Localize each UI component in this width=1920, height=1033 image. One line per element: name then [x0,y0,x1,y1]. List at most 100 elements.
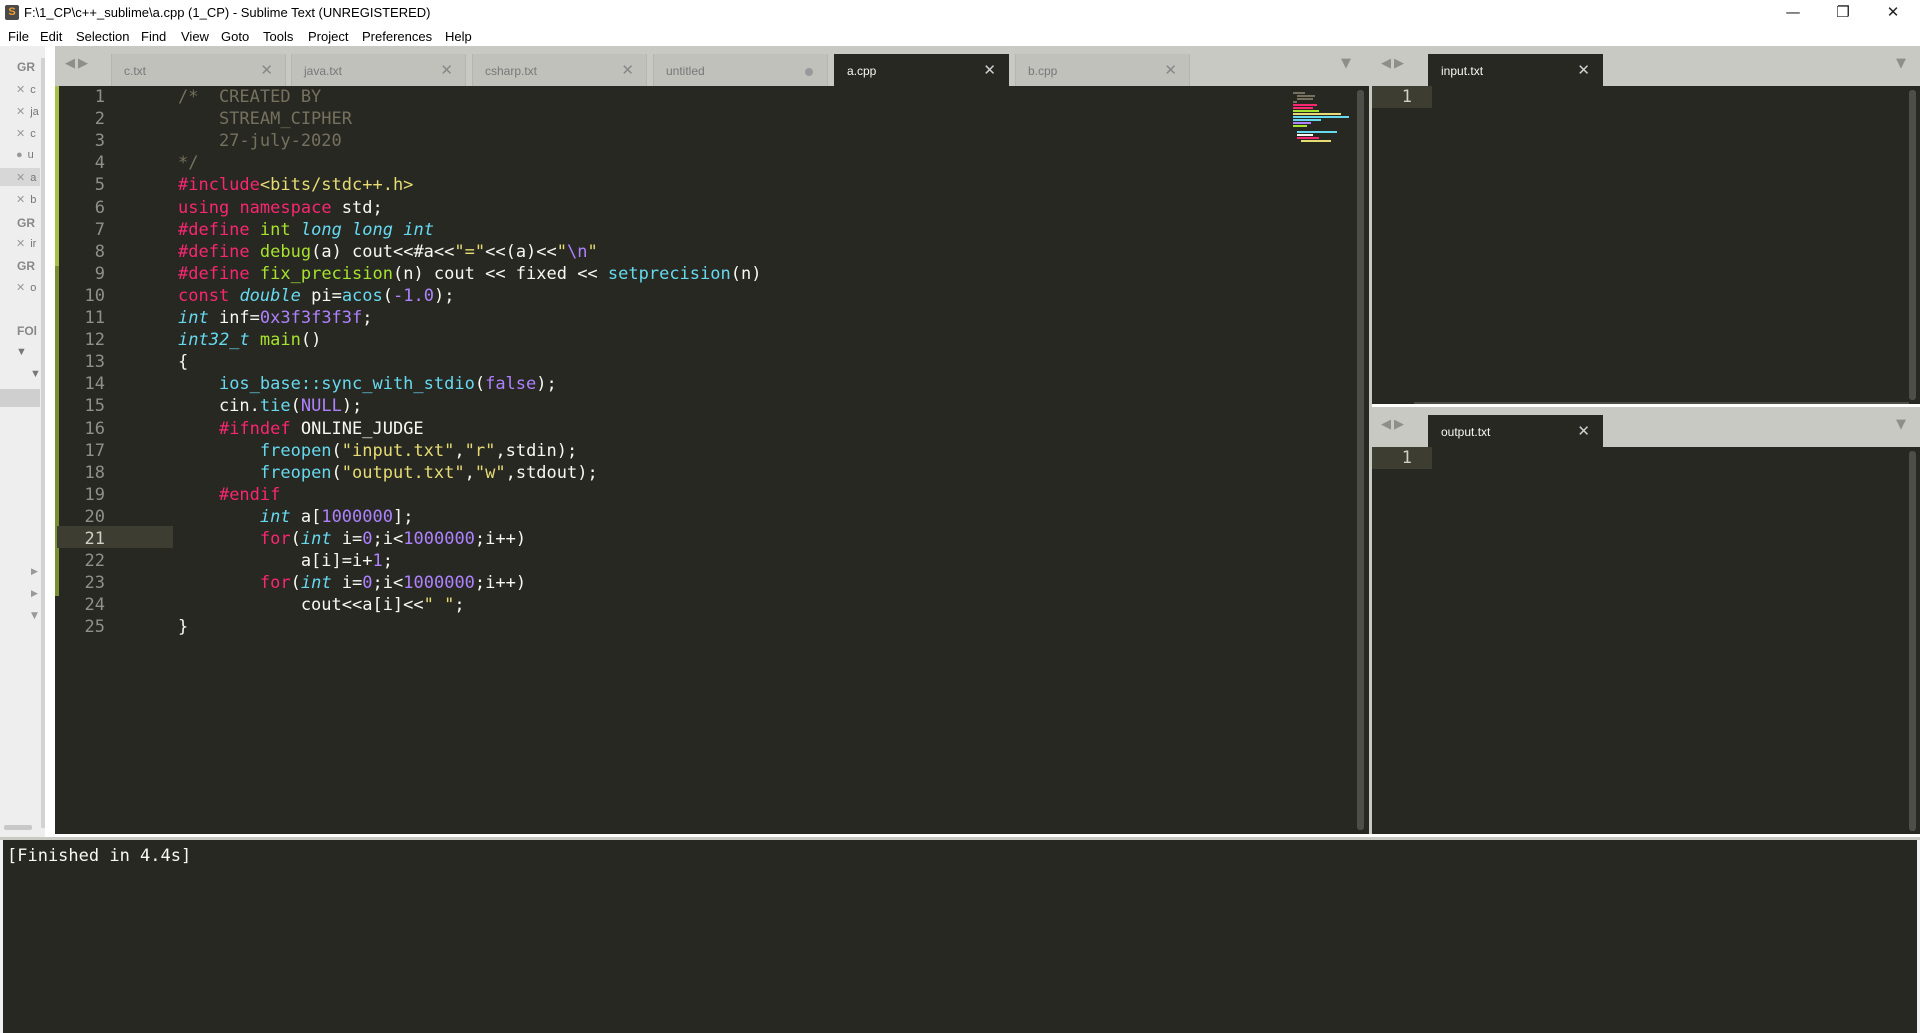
minimize-button[interactable]: — [1770,0,1816,26]
tab-prev-icon[interactable]: ◀ [1381,56,1394,71]
code-token: pi= [300,285,342,306]
tab-c-txt[interactable]: c.txt ✕ [111,54,286,86]
code-line[interactable]: int inf=0x3f3f3f3f; [178,307,373,329]
tab-dropdown-icon[interactable]: ▼ [1896,417,1906,432]
close-icon[interactable]: ✕ [1164,61,1177,79]
menu-tools[interactable]: Tools [263,29,293,44]
tab-next-icon[interactable]: ▶ [78,56,91,71]
code-line[interactable]: */ [178,152,198,174]
code-line[interactable]: int a[1000000]; [178,506,414,528]
code-line[interactable]: cout<<a[i]<<" "; [178,594,465,616]
line-number: 12 [84,330,105,351]
tab-input-txt[interactable]: input.txt ✕ [1428,54,1603,86]
sidebar-open-file[interactable]: ● u [16,149,34,161]
sidebar-horizontal-scrollbar[interactable] [4,825,32,830]
code-line[interactable]: } [178,616,188,638]
tab-dropdown-icon[interactable]: ▼ [1896,56,1906,71]
tab-prev-icon[interactable]: ◀ [1381,417,1394,432]
close-icon[interactable]: ✕ [1577,61,1590,79]
tab-b-cpp[interactable]: b.cpp ✕ [1015,54,1190,86]
code-line[interactable]: cin.tie(NULL); [178,395,362,417]
code-line[interactable]: #include<bits/stdc++.h> [178,174,413,196]
folder-collapsed-icon[interactable]: ▶ [31,589,38,599]
code-line[interactable]: #ifndef ONLINE_JUDGE [178,418,424,440]
close-icon[interactable]: ✕ [16,194,25,206]
code-line[interactable]: { [178,351,188,373]
minimap[interactable] [1293,92,1353,142]
sidebar-open-file[interactable]: ✕ ir [16,237,36,250]
menu-find[interactable]: Find [141,29,166,44]
close-window-button[interactable]: ✕ [1870,0,1916,26]
dirty-dot-icon[interactable]: ● [16,149,23,161]
sidebar-open-file[interactable]: ✕ c [16,127,36,140]
build-output-panel[interactable]: [Finished in 4.4s] [0,837,1920,1033]
close-icon[interactable]: ✕ [440,61,453,79]
code-line[interactable]: /* CREATED BY [178,86,321,108]
menu-file[interactable]: File [8,29,29,44]
menu-project[interactable]: Project [308,29,348,44]
input-horizontal-scrollbar[interactable] [1414,402,1909,404]
output-scrollbar[interactable] [1909,451,1916,831]
tab-dropdown-icon[interactable]: ▼ [1341,56,1351,71]
code-line[interactable]: ios_base::sync_with_stdio(false); [178,373,557,395]
close-icon[interactable]: ✕ [16,84,25,96]
menu-edit[interactable]: Edit [40,29,62,44]
close-icon[interactable]: ✕ [983,61,996,79]
input-scrollbar[interactable] [1909,90,1916,400]
folder-expand-icon[interactable]: ▼ [30,368,41,380]
input-editor[interactable]: 1 [1372,86,1920,404]
sidebar-open-file[interactable]: ✕ ja [16,105,39,118]
code-line[interactable]: #endif [178,484,280,506]
tab-next-icon[interactable]: ▶ [1394,56,1407,71]
code-line[interactable]: a[i]=i+1; [178,550,393,572]
code-line[interactable]: freopen("input.txt","r",stdin); [178,440,577,462]
code-line[interactable]: 27-july-2020 [178,130,342,152]
menu-goto[interactable]: Goto [221,29,249,44]
tab-output-txt[interactable]: output.txt ✕ [1428,415,1603,447]
line-number: 23 [84,573,105,594]
code-editor[interactable]: 1 2 3 4 5 6 7 8 9 10 11 12 13 14 15 16 17 18 19 20 21 22 23 24 2… [55,86,1369,834]
menu-preferences[interactable]: Preferences [362,29,432,44]
code-line[interactable]: const double pi=acos(-1.0); [178,285,454,307]
sidebar-open-file[interactable]: ✕ o [16,281,36,294]
code-line[interactable]: for(int i=0;i<1000000;i++) [178,528,526,550]
code-line[interactable]: #define fix_precision(n) cout << fixed <… [178,263,761,285]
sidebar-open-file-active[interactable]: ✕ a [16,171,36,184]
restore-button[interactable]: ❐ [1820,0,1866,26]
close-icon[interactable]: ✕ [260,61,273,79]
menu-help[interactable]: Help [445,29,472,44]
tab-prev-icon[interactable]: ◀ [65,56,78,71]
code-line[interactable]: using namespace std; [178,197,383,219]
editor-vertical-scrollbar[interactable] [1357,90,1364,830]
folder-expand-icon[interactable]: ▼ [31,611,38,621]
menu-selection[interactable]: Selection [76,29,129,44]
tab-java-txt[interactable]: java.txt ✕ [291,54,466,86]
code-line[interactable]: freopen("output.txt","w",stdout); [178,462,598,484]
sidebar-scrollbar[interactable] [41,58,45,828]
tab-next-icon[interactable]: ▶ [1394,417,1407,432]
close-icon[interactable]: ✕ [1577,422,1590,440]
close-icon[interactable]: ✕ [16,172,25,184]
code-line[interactable]: for(int i=0;i<1000000;i++) [178,572,526,594]
close-icon[interactable]: ✕ [16,282,25,294]
folder-expand-icon[interactable]: ▼ [16,346,27,358]
sidebar-open-file[interactable]: ✕ b [16,193,36,206]
code-line[interactable]: #define debug(a) cout<<#a<<"="<<(a)<<"\n… [178,241,598,263]
code-line[interactable]: #define int long long int [178,219,434,241]
close-icon[interactable]: ✕ [16,238,25,250]
output-editor[interactable]: 1 [1372,447,1920,834]
folder-collapsed-icon[interactable]: ▶ [31,567,38,577]
tab-csharp-txt[interactable]: csharp.txt ✕ [472,54,647,86]
code-line[interactable]: int32_t main() [178,329,321,351]
sidebar-open-file[interactable]: ✕ c [16,83,36,96]
line-number: 14 [84,374,105,395]
close-icon[interactable]: ✕ [621,61,634,79]
code-line[interactable]: STREAM_CIPHER [178,108,352,130]
close-icon[interactable]: ✕ [16,128,25,140]
tab-a-cpp[interactable]: a.cpp ✕ [834,54,1009,86]
close-icon[interactable]: ✕ [16,106,25,118]
menu-view[interactable]: View [181,29,209,44]
unsaved-dot-icon[interactable] [805,68,813,76]
tab-untitled[interactable]: untitled [653,54,828,86]
